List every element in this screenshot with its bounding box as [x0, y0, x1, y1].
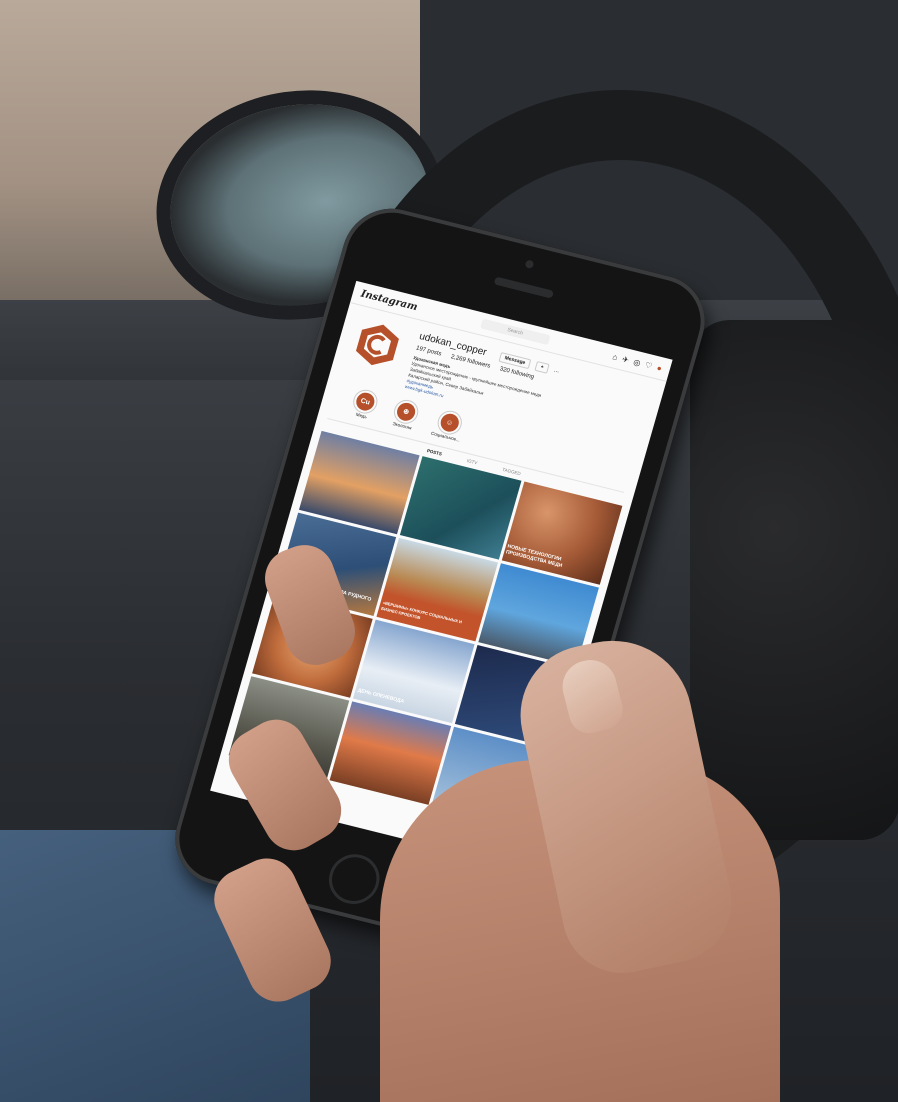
hexagon-logo-icon: [355, 324, 399, 366]
home-icon[interactable]: ⌂: [612, 352, 619, 362]
follow-button[interactable]: +: [534, 360, 550, 374]
more-options-icon[interactable]: ...: [553, 367, 560, 374]
tab-igtv[interactable]: IGTV: [466, 458, 478, 465]
explore-icon[interactable]: ◎: [632, 357, 641, 367]
avatar[interactable]: ●: [656, 363, 663, 373]
direct-icon[interactable]: ✈: [621, 354, 630, 364]
copper-icon: Cu: [354, 390, 377, 413]
home-button[interactable]: [323, 849, 386, 910]
front-camera: [524, 259, 535, 270]
highlight-item[interactable]: Cu Медь: [349, 387, 381, 421]
photo-scene: Instagram Search ⌂ ✈ ◎ ♡ ● udokan_copper…: [0, 0, 898, 1102]
earpiece-speaker: [493, 276, 555, 299]
globe-icon: ⊕: [394, 400, 418, 423]
tab-posts[interactable]: POSTS: [426, 448, 442, 457]
tab-tagged[interactable]: TAGGED: [502, 467, 521, 476]
people-icon: ☺: [438, 411, 461, 434]
heart-icon[interactable]: ♡: [644, 360, 653, 370]
profile-avatar[interactable]: [348, 316, 408, 374]
highlight-item[interactable]: ⊕ Экология: [390, 397, 422, 431]
steering-wheel-grip: [690, 320, 898, 840]
highlight-item[interactable]: ☺ Социальное...: [431, 408, 468, 443]
